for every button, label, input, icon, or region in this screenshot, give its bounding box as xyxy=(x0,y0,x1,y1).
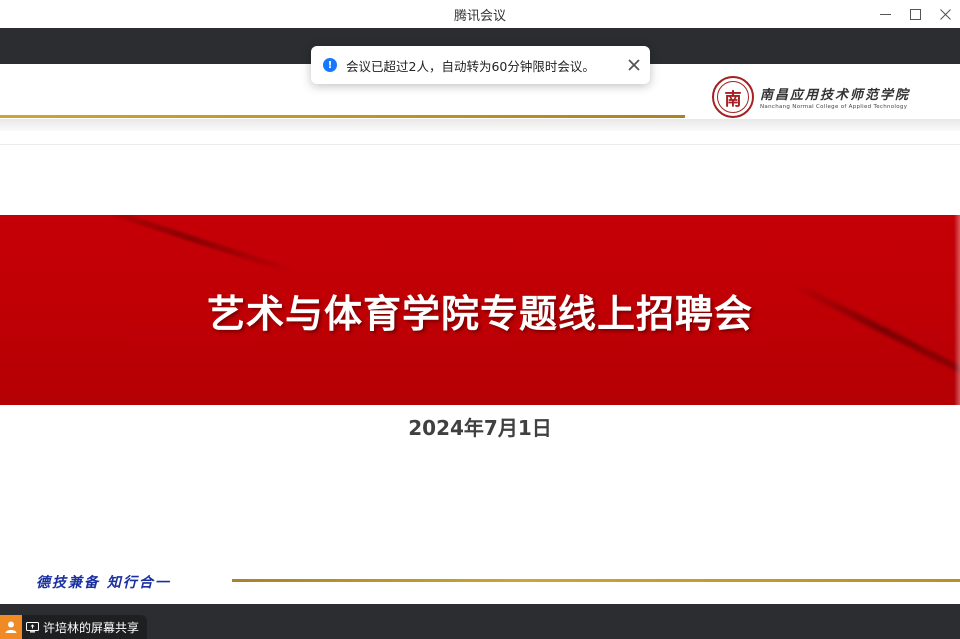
maximize-icon xyxy=(909,8,921,20)
header-shadow-band xyxy=(0,119,960,131)
presenter-avatar xyxy=(0,615,22,639)
college-logo: 南 南昌应用技术师范学院 Nanchang Normal College of … xyxy=(712,76,910,118)
header-thin-line xyxy=(0,144,960,145)
notification-close-button[interactable] xyxy=(628,56,640,75)
screen-share-label: 许培林的屏幕共享 xyxy=(43,620,140,635)
screen-share-indicator[interactable]: 许培林的屏幕共享 xyxy=(0,615,148,639)
close-button[interactable] xyxy=(930,0,960,28)
college-name-cn: 南昌应用技术师范学院 xyxy=(760,88,911,103)
shared-screen-slide: 南 南昌应用技术师范学院 Nanchang Normal College of … xyxy=(0,64,960,604)
college-name-en: Nanchang Normal College of Applied Techn… xyxy=(760,104,908,110)
maximize-button[interactable] xyxy=(900,0,930,28)
college-name-block: 南昌应用技术师范学院 Nanchang Normal College of Ap… xyxy=(760,84,910,110)
notification-text: 会议已超过2人，自动转为60分钟限时会议。 xyxy=(346,58,595,74)
gold-divider-top xyxy=(0,115,685,118)
user-icon xyxy=(5,621,17,633)
close-icon xyxy=(628,58,640,71)
window-title: 腾讯会议 xyxy=(453,8,506,24)
meeting-notification-toast: ! 会议已超过2人，自动转为60分钟限时会议。 xyxy=(311,46,650,84)
slide-date: 2024年7月1日 xyxy=(408,416,552,440)
info-icon: ! xyxy=(323,58,337,72)
seal-character: 南 xyxy=(724,89,742,110)
minimize-icon xyxy=(879,13,891,15)
window-controls xyxy=(870,0,960,28)
title-banner: 艺术与体育学院专题线上招聘会 xyxy=(0,215,960,405)
window-title-bar: 腾讯会议 xyxy=(0,0,960,28)
minimize-button[interactable] xyxy=(870,0,900,28)
gold-divider-bottom xyxy=(232,579,960,582)
close-icon xyxy=(939,8,951,20)
slide-title: 艺术与体育学院专题线上招聘会 xyxy=(206,291,753,336)
college-seal-icon: 南 xyxy=(712,76,754,118)
screen-share-icon xyxy=(26,621,39,633)
college-motto: 德技兼备 知行合一 xyxy=(36,575,171,591)
